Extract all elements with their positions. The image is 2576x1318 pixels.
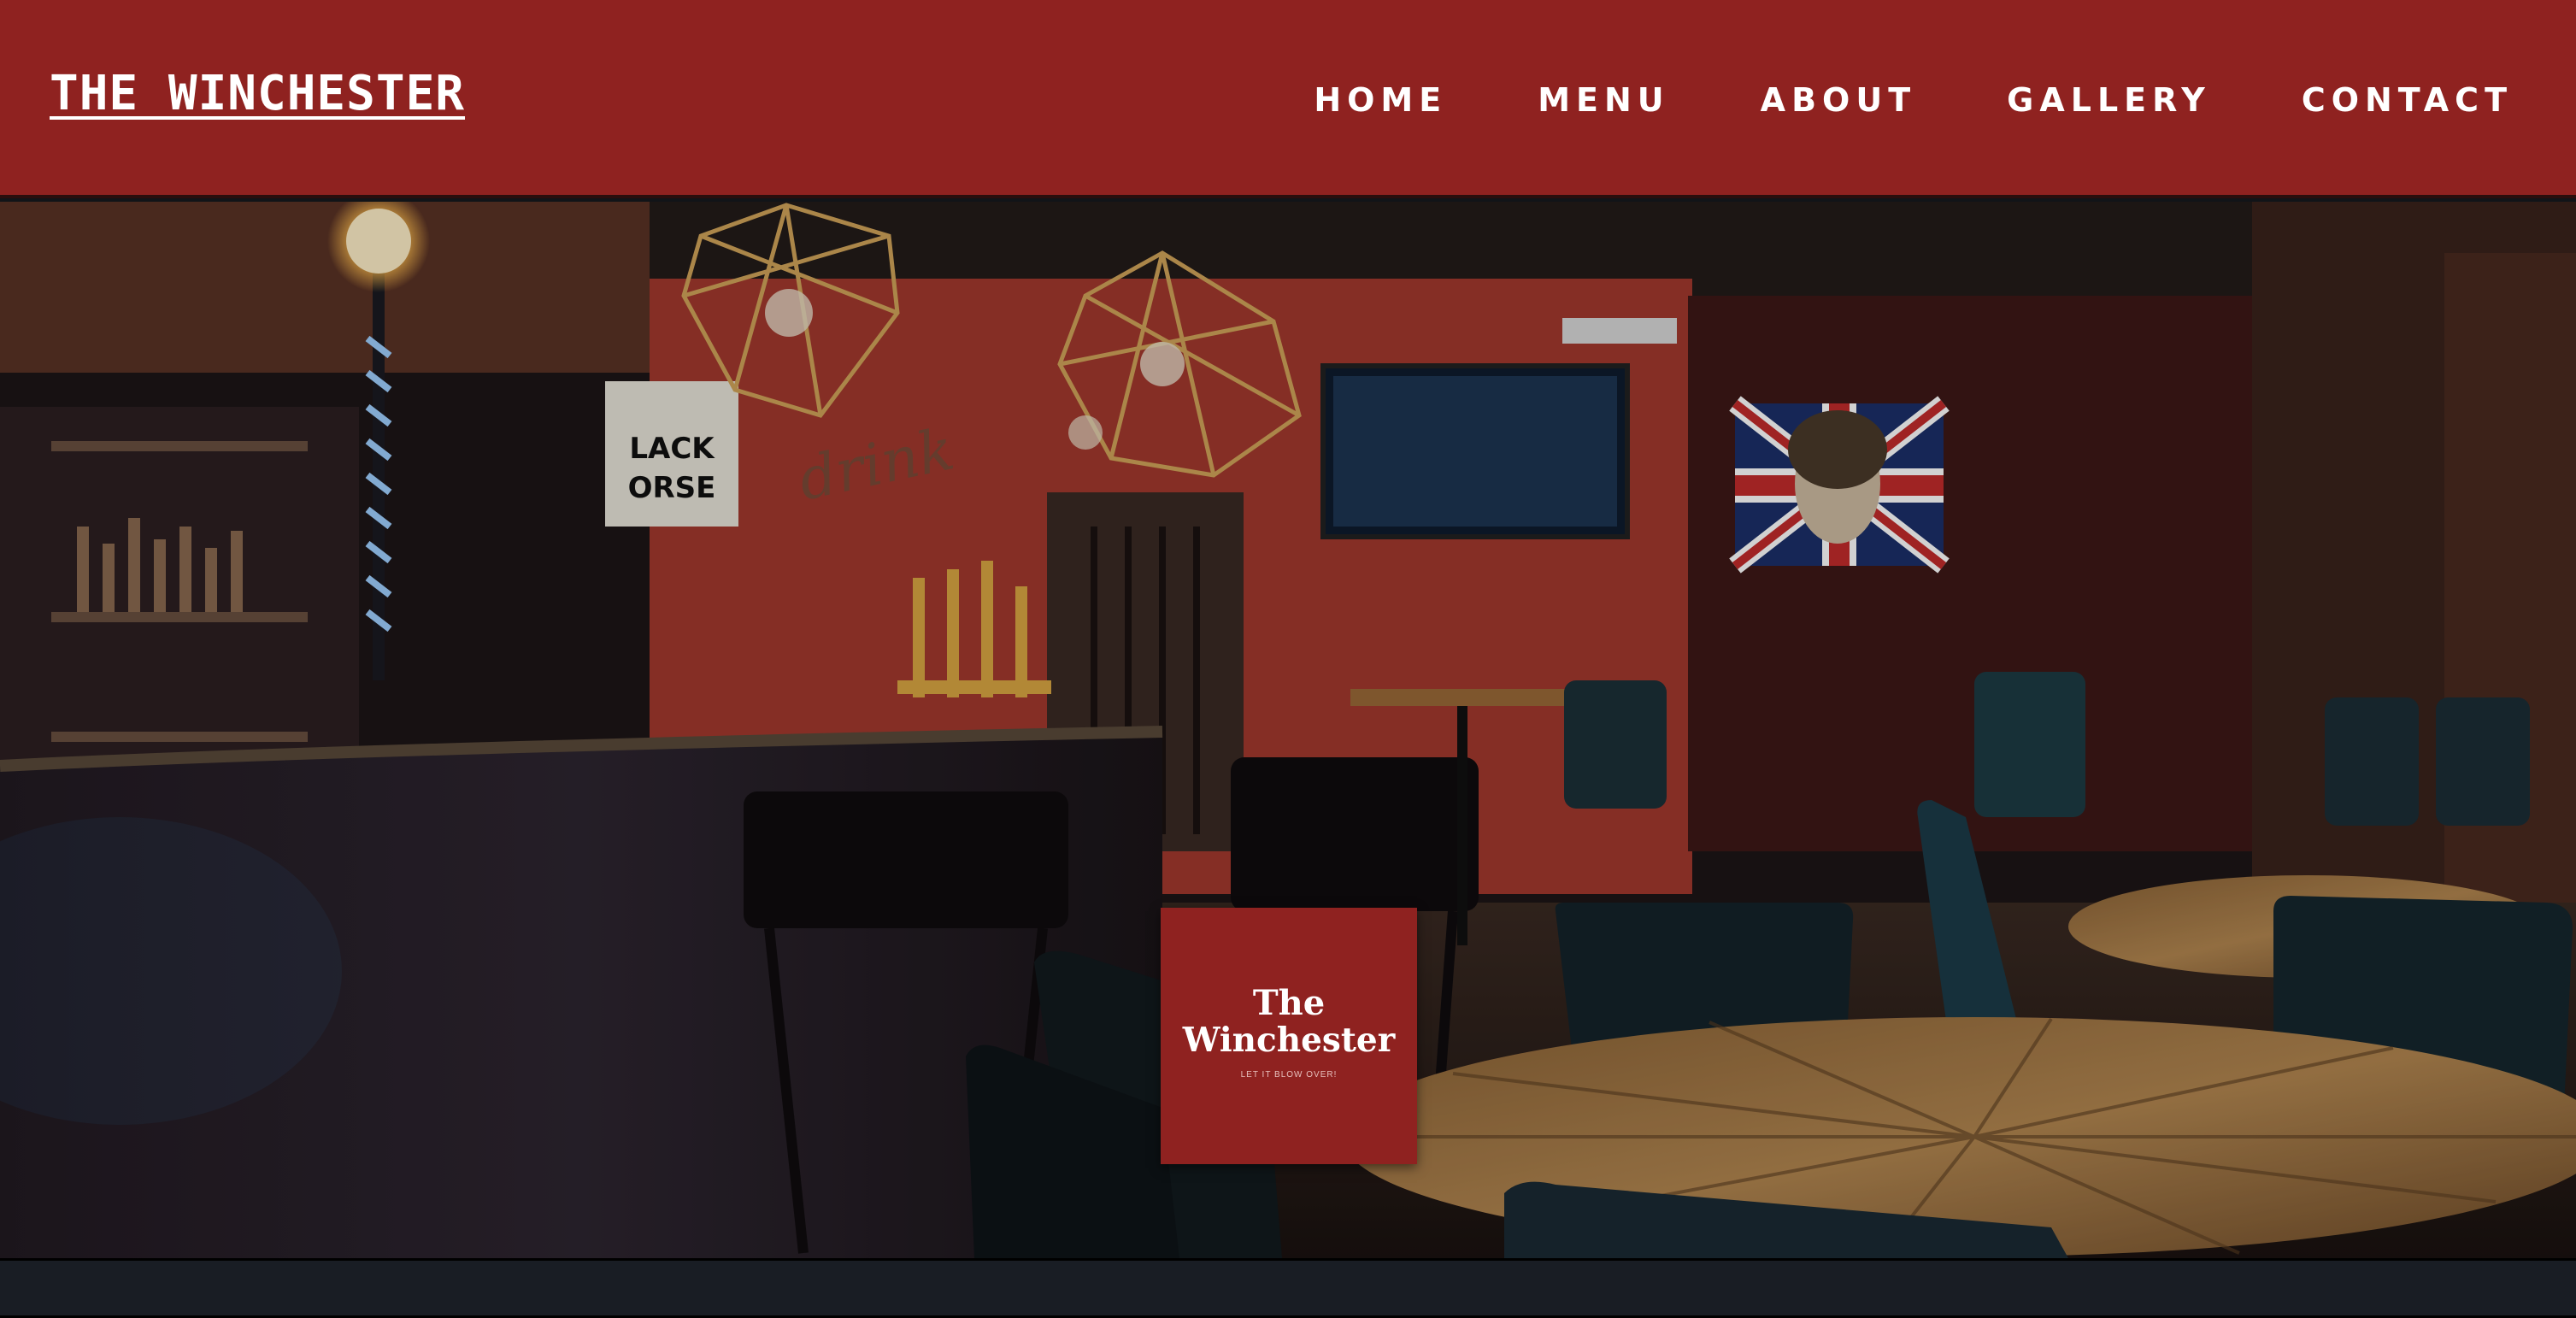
site-logo[interactable]: THE WINCHESTER (50, 70, 465, 118)
nav-menu-link[interactable]: MENU (1538, 84, 1669, 116)
hero-section: LACK ORSE drink The Winchester LET IT BL… (0, 202, 2576, 1258)
nav-contact-link[interactable]: CONTACT (2302, 84, 2513, 116)
site-header: THE WINCHESTER HOME MENU ABOUT GALLERY C… (0, 0, 2576, 198)
footer-strip (0, 1258, 2576, 1318)
badge-title-line2: Winchester (1182, 1021, 1396, 1060)
nav-about-link[interactable]: ABOUT (1761, 84, 1916, 116)
badge-title-line1: The (1252, 983, 1326, 1023)
main-nav: HOME MENU ABOUT GALLERY CONTACT (1314, 84, 2513, 116)
winchester-badge-logo: The Winchester LET IT BLOW OVER! (1161, 908, 1417, 1164)
badge-tagline: LET IT BLOW OVER! (1240, 1070, 1338, 1080)
nav-home-link[interactable]: HOME (1314, 84, 1447, 116)
nav-gallery-link[interactable]: GALLERY (2007, 84, 2211, 116)
